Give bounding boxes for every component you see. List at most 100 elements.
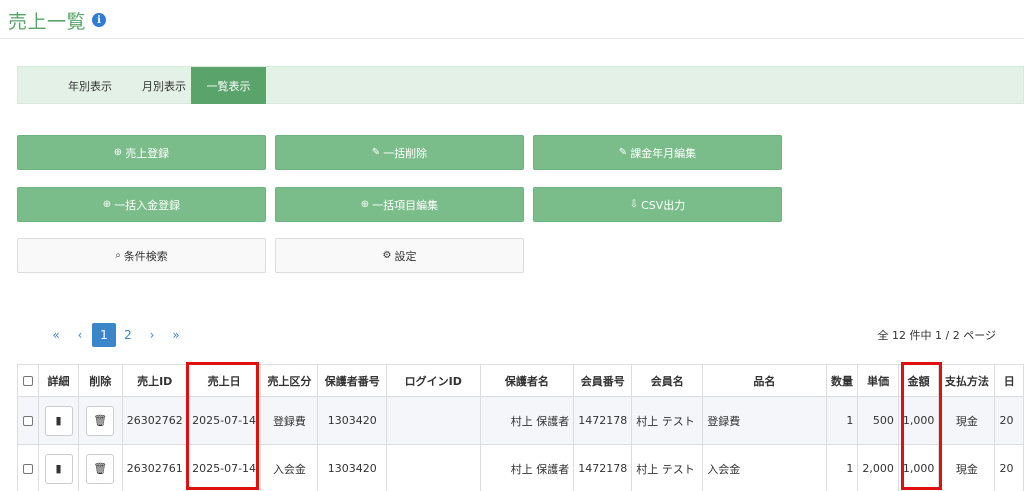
select-all-checkbox[interactable] [23, 376, 34, 386]
sales-table: 詳細 削除 売上ID 売上日 売上区分 保護者番号 ログインID 保護者名 会員… [16, 364, 1024, 491]
col-header-amount[interactable]: 金額 [897, 364, 940, 397]
guardian-name-cell: 村上 保護者 [479, 396, 575, 445]
col-header-extra[interactable]: 日 [994, 364, 1024, 397]
detail-cell: ▮ [38, 444, 79, 491]
qty-cell: 1 [825, 396, 859, 445]
bulk-delete-button[interactable]: ✎ 一括削除 [275, 135, 524, 170]
file-icon[interactable]: ▮ [44, 453, 73, 484]
col-header-qty[interactable]: 数量 [825, 364, 859, 397]
table-header-row: 詳細 削除 売上ID 売上日 売上区分 保護者番号 ログインID 保護者名 会員… [16, 364, 1024, 397]
login-id-cell [386, 396, 481, 445]
page-link-2[interactable]: 2 [116, 323, 140, 347]
qty-cell: 1 [825, 444, 859, 491]
next-page-link[interactable]: › [140, 323, 164, 347]
guardian-no-cell: 1303420 [317, 396, 388, 445]
bulk-deposit-button[interactable]: ⊕ 一括入金登録 [17, 187, 266, 222]
detail-cell: ▮ [38, 396, 79, 445]
first-page-link[interactable]: « [44, 323, 68, 347]
extra-cell: 20 [994, 444, 1024, 491]
sales-id-cell: 26302762 [121, 396, 188, 445]
extra-cell: 20 [994, 396, 1024, 445]
member-name-cell: 村上 テスト [631, 444, 704, 491]
sales-date-cell: 2025-07-14 [186, 444, 262, 491]
table-row: ▮ 🗑 26302762 2025-07-14 登録費 1303420 村上 保… [16, 396, 1024, 445]
col-header-guardian-no[interactable]: 保護者番号 [317, 364, 388, 397]
search-conditions-label: 条件検索 [123, 249, 168, 263]
col-header-delete: 削除 [77, 364, 123, 397]
category-cell: 登録費 [260, 396, 319, 445]
prev-page-link[interactable]: ‹ [68, 323, 92, 347]
view-tabbar: 年別表示 月別表示 一覧表示 [17, 66, 1024, 104]
sales-register-label: 売上登録 [125, 146, 170, 160]
trash-icon[interactable]: 🗑 [86, 453, 115, 484]
last-page-link[interactable]: » [164, 323, 188, 347]
page-title-text: 売上一覧 [8, 10, 87, 33]
col-header-sales-date[interactable]: 売上日 [186, 364, 262, 397]
table-row: ▮ 🗑 26302761 2025-07-14 入会金 1303420 村上 保… [16, 444, 1024, 491]
settings-button[interactable]: ⚙ 設定 [275, 238, 524, 273]
sales-register-button[interactable]: ⊕ 売上登録 [17, 135, 266, 170]
bulk-deposit-label: 一括入金登録 [114, 198, 181, 212]
search-icon: ⌕ [115, 250, 121, 261]
amount-cell: 1,000 [897, 396, 940, 445]
col-header-sales-id[interactable]: 売上ID [121, 364, 188, 397]
billing-month-edit-button[interactable]: ✎ 課金年月編集 [533, 135, 782, 170]
info-icon[interactable]: i [92, 13, 107, 27]
guardian-name-cell: 村上 保護者 [479, 444, 575, 491]
guardian-no-cell: 1303420 [317, 444, 388, 491]
unit-price-cell: 2,000 [857, 444, 899, 491]
bulk-item-edit-label: 一括項目編集 [372, 198, 439, 212]
row-select-cell[interactable] [16, 396, 40, 445]
bulk-delete-label: 一括削除 [383, 146, 428, 160]
col-header-login-id[interactable]: ログインID [386, 364, 481, 397]
delete-cell: 🗑 [77, 396, 123, 445]
category-cell: 入会金 [260, 444, 319, 491]
col-header-detail: 詳細 [38, 364, 79, 397]
row-select-cell[interactable] [16, 444, 40, 491]
member-no-cell: 1472178 [573, 396, 633, 445]
sales-id-cell: 26302761 [121, 444, 188, 491]
page-link-1[interactable]: 1 [92, 323, 116, 347]
delete-cell: 🗑 [77, 444, 123, 491]
col-header-member-name[interactable]: 会員名 [631, 364, 704, 397]
search-conditions-button[interactable]: ⌕ 条件検索 [17, 238, 266, 273]
bulk-item-edit-button[interactable]: ⊕ 一括項目編集 [275, 187, 524, 222]
billing-month-edit-label: 課金年月編集 [630, 146, 697, 160]
pencil-icon: ✎ [371, 147, 381, 158]
item-cell: 登録費 [702, 396, 827, 445]
select-all-cell[interactable] [16, 364, 40, 397]
pagination: « ‹ 1 2 › » [44, 323, 188, 347]
login-id-cell [386, 444, 481, 491]
payment-cell: 現金 [938, 396, 996, 445]
row-checkbox[interactable] [23, 464, 34, 474]
tab-list[interactable]: 一覧表示 [191, 67, 266, 104]
col-header-guardian-name[interactable]: 保護者名 [479, 364, 575, 397]
plus-circle-icon: ⊕ [113, 147, 123, 158]
member-name-cell: 村上 テスト [631, 396, 704, 445]
record-count: 全 12 件中 1 / 2 ページ [877, 329, 996, 342]
row-checkbox[interactable] [23, 416, 34, 426]
plus-circle-icon: ⊕ [102, 199, 112, 210]
amount-cell: 1,000 [897, 444, 940, 491]
payment-cell: 現金 [938, 444, 996, 491]
item-cell: 入会金 [702, 444, 827, 491]
settings-label: 設定 [394, 249, 417, 263]
unit-price-cell: 500 [857, 396, 899, 445]
csv-export-label: CSV出力 [641, 198, 686, 212]
col-header-member-no[interactable]: 会員番号 [573, 364, 633, 397]
csv-export-button[interactable]: ⇩ CSV出力 [533, 187, 782, 222]
pencil-icon: ✎ [618, 147, 628, 158]
col-header-item[interactable]: 品名 [702, 364, 827, 397]
page-title: 売上一覧 i [8, 6, 107, 34]
member-no-cell: 1472178 [573, 444, 633, 491]
title-divider [0, 38, 1024, 39]
col-header-payment[interactable]: 支払方法 [938, 364, 996, 397]
col-header-category[interactable]: 売上区分 [260, 364, 319, 397]
plus-circle-icon: ⊕ [360, 199, 370, 210]
trash-icon[interactable]: 🗑 [86, 405, 115, 436]
sales-date-cell: 2025-07-14 [186, 396, 262, 445]
gear-icon: ⚙ [382, 250, 392, 261]
file-icon[interactable]: ▮ [44, 405, 73, 436]
download-icon: ⇩ [629, 199, 639, 210]
col-header-unit-price[interactable]: 単価 [857, 364, 899, 397]
